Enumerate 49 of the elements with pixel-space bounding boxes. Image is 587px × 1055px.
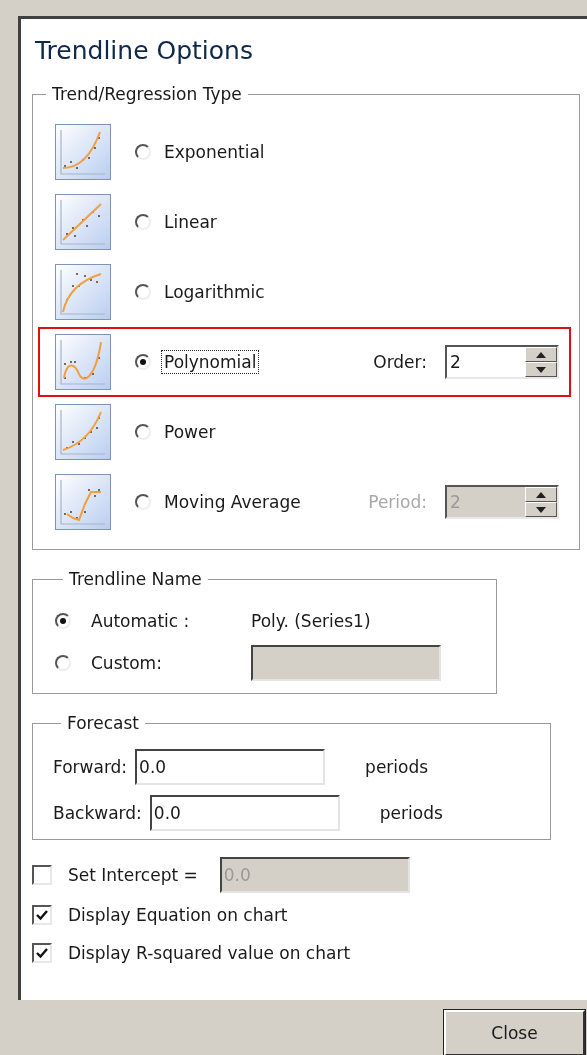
radio-button[interactable] bbox=[135, 284, 151, 300]
trendline-chart-icon bbox=[55, 124, 111, 180]
option-label[interactable]: Exponential bbox=[161, 140, 268, 164]
checkbox[interactable] bbox=[32, 905, 52, 925]
spin-down-button[interactable] bbox=[525, 362, 557, 377]
checkbox[interactable] bbox=[32, 865, 52, 885]
checkbox-label: Display R-squared value on chart bbox=[68, 943, 351, 963]
close-button[interactable]: Close bbox=[444, 1010, 585, 1055]
radio-button[interactable] bbox=[135, 144, 151, 160]
periods-field[interactable]: 0.0 bbox=[135, 749, 326, 785]
group-label: Trendline Name bbox=[68, 568, 203, 590]
unit-label: periods bbox=[365, 757, 429, 777]
trendline-chart-icon bbox=[55, 194, 111, 250]
trendline-chart-icon bbox=[55, 334, 111, 390]
down-triangle-icon bbox=[536, 506, 546, 513]
radio-button[interactable] bbox=[55, 613, 71, 629]
radio-button[interactable] bbox=[55, 655, 71, 671]
spin-up-button[interactable] bbox=[525, 347, 557, 362]
trendline-chart-icon bbox=[55, 474, 111, 530]
radio-button[interactable] bbox=[135, 214, 151, 230]
group-label: Forecast bbox=[66, 712, 140, 734]
periods-field[interactable]: 0.0 bbox=[149, 795, 340, 831]
up-triangle-icon bbox=[536, 491, 546, 498]
option-label[interactable]: Logarithmic bbox=[161, 280, 268, 304]
option-label[interactable]: Power bbox=[161, 420, 219, 444]
option-label: Automatic : bbox=[91, 611, 191, 631]
checkbox-label: Set Intercept = bbox=[68, 865, 198, 885]
field-label: Forward: bbox=[53, 757, 128, 777]
radio-button[interactable] bbox=[135, 494, 151, 510]
radio-button[interactable] bbox=[135, 354, 151, 370]
name-value: Poly. (Series1) bbox=[251, 611, 371, 631]
dialog-title: Trendline Options bbox=[34, 35, 254, 67]
option-label: Custom: bbox=[91, 653, 163, 673]
up-triangle-icon bbox=[536, 351, 546, 358]
checkbox-label: Display Equation on chart bbox=[68, 905, 288, 925]
group-label: Trend/Regression Type bbox=[51, 83, 243, 105]
checkbox[interactable] bbox=[32, 943, 52, 963]
down-triangle-icon bbox=[536, 366, 546, 373]
parameter-label: Period: bbox=[368, 492, 427, 512]
parameter-label: Order: bbox=[373, 352, 427, 372]
radio-button[interactable] bbox=[135, 424, 151, 440]
trendline-chart-icon bbox=[55, 404, 111, 460]
field-label: Backward: bbox=[53, 803, 142, 823]
trendline-chart-icon bbox=[55, 264, 111, 320]
unit-label: periods bbox=[379, 803, 443, 823]
option-label[interactable]: Moving Average bbox=[161, 490, 304, 514]
option-label[interactable]: Linear bbox=[161, 210, 220, 234]
option-label[interactable]: Polynomial bbox=[161, 350, 260, 374]
spin-box[interactable]: 2 bbox=[445, 345, 559, 379]
